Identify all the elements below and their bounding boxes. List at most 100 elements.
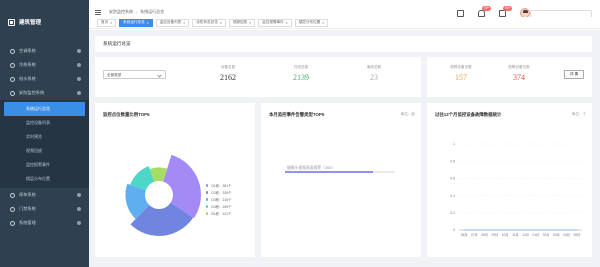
sidebar-item-label: 门禁系统 — [19, 206, 36, 211]
close-icon[interactable]: × — [249, 21, 251, 25]
sidebar-item-label: 空调系统 — [19, 48, 36, 53]
main-content: 系统运行总览 全部类型 设备总数 2162 在线总数 2139 离线总数 23 … — [89, 30, 600, 267]
legend-label: D4栋：169个 — [211, 205, 232, 209]
submenu-item-device-list[interactable]: 监控设备列表 — [0, 116, 89, 130]
tab-label: 监控报警事件 — [262, 20, 284, 24]
sidebar-item-access[interactable]: 门禁系统 — [0, 202, 89, 216]
expand-icon — [77, 207, 81, 211]
sidebar-item-label: 停车系统 — [19, 192, 36, 197]
menu-toggle-icon[interactable] — [95, 9, 101, 15]
close-icon[interactable]: × — [220, 21, 222, 25]
line-chart: 0 0.2 0.4 0.6 0.8 1 06月 07月 08月 09月 10月 11月 12月 01月 02… — [450, 142, 582, 237]
tab-label: 首页 — [101, 20, 109, 24]
y-tick-label: 0.4 — [450, 194, 455, 198]
breadcrumb-item[interactable]: 安防监控系统 — [109, 9, 133, 15]
collapse-icon — [77, 91, 81, 95]
sidebar-item-security[interactable]: 安防监控系统 — [0, 86, 89, 100]
sidebar-item-label: 系统管理 — [19, 220, 36, 225]
tab-device-list[interactable]: 监控设备列表 × — [155, 18, 190, 27]
submenu-item-alarm-events[interactable]: 监控报警事件 — [0, 158, 89, 172]
tab-floor-map[interactable]: 楼层分布位置 × — [294, 18, 329, 27]
legend-item: D2栋：334个 — [206, 189, 232, 196]
tab-label: 监控设备列表 — [159, 20, 182, 24]
submenu-item-playback[interactable]: 视频回放 — [0, 144, 89, 158]
sidebar-item-parking[interactable]: 停车系统 — [0, 188, 89, 202]
tabs-bar: 首页 × 系统运行总览 × 监控设备列表 × 设防状态总览 × 视频回放 × 监控报警事件… — [89, 17, 600, 29]
x-tick-label: 11月 — [512, 233, 519, 237]
y-tick-label: 0 — [453, 228, 455, 232]
sidebar-item-label: 冷热系统 — [19, 62, 36, 67]
x-tick-label: 05月 — [574, 233, 581, 237]
sidebar-brand: 建筑管理 — [0, 0, 89, 44]
tab-home[interactable]: 首页 × — [97, 18, 117, 27]
detail-button[interactable]: 详 情 — [564, 70, 584, 79]
close-icon[interactable]: × — [183, 21, 185, 25]
sidebar-item-system[interactable]: 系统管理 — [0, 216, 89, 230]
mail-badge: 99+ — [503, 5, 513, 11]
door-icon — [10, 206, 15, 212]
panel-alarm-types: 本月监控事件告警类型TOP5 单位：起 摄像头视频画面报警（369） — [261, 103, 421, 257]
sidebar-menu-lower: 停车系统 门禁系统 系统管理 — [0, 188, 89, 230]
breadcrumb-item-current: 系统运行总览 — [140, 9, 165, 14]
legend-dot — [206, 212, 209, 215]
submenu-item-overview[interactable]: 系统运行总览 — [4, 102, 85, 116]
tab-alarm-events[interactable]: 监控报警事件 × — [258, 18, 292, 27]
close-icon[interactable]: × — [110, 21, 112, 25]
mail-icon[interactable]: 99+ — [499, 5, 513, 17]
x-tick-label: 04月 — [563, 233, 570, 237]
car-icon — [10, 192, 15, 198]
sidebar: 建筑管理 空调系统 冷热系统 给水系统 安防监控系统 系统运行总览 监控设备列表… — [0, 0, 89, 267]
y-tick-label: 0.6 — [450, 177, 455, 181]
stat-value: 157 — [455, 73, 467, 82]
tab-overview[interactable]: 系统运行总览 × — [119, 18, 153, 27]
x-tick-label: 10月 — [502, 233, 509, 237]
y-tick-label: 1 — [453, 142, 455, 146]
x-tick-label: 08月 — [481, 233, 488, 237]
chart-legend: D1栋：351个 D2栋：334个 D3栋：216个 D4栋：169个 B1栋：… — [206, 182, 232, 217]
stats-card-faults: 故障设备总数 157 报警设备总数 374 详 情 — [427, 57, 592, 97]
submenu-item-floor-map[interactable]: 楼层分布位置 — [0, 172, 89, 186]
close-icon[interactable]: × — [286, 21, 288, 25]
breadcrumb: 安防监控系统 / 系统运行总览 — [95, 9, 164, 15]
expand-icon — [77, 63, 81, 67]
legend-item: B1栋：121个 — [206, 210, 232, 217]
close-icon[interactable]: × — [322, 21, 324, 25]
snowflake-icon — [10, 48, 15, 54]
tab-defense-status[interactable]: 设防状态总览 × — [192, 18, 226, 27]
x-tick-label: 03月 — [553, 233, 560, 237]
sidebar-item-label: 给水系统 — [19, 76, 36, 81]
legend-label: D2栋：334个 — [211, 191, 232, 195]
device-type-select[interactable]: 全部类型 — [103, 70, 166, 79]
stat-alarms: 报警设备总数 374 — [489, 65, 549, 82]
tab-playback[interactable]: 视频回放 × — [228, 18, 256, 27]
x-tick-label: 02月 — [543, 233, 550, 237]
close-icon[interactable]: × — [147, 21, 149, 25]
panel-unit: 单位：起 — [400, 112, 415, 116]
legend-label: D3栋：216个 — [211, 198, 232, 202]
app-root: 建筑管理 空调系统 冷热系统 给水系统 安防监控系统 系统运行总览 监控设备列表… — [0, 0, 600, 267]
legend-label: D1栋：351个 — [211, 184, 232, 188]
stat-label: 故障设备总数 — [450, 65, 472, 69]
panel-fault-trend: 过往12个月监控设备故障数据统计 单位：个 0 0.2 0.4 0.6 0.8 1 06月 0… — [427, 103, 592, 257]
expand-icon — [77, 77, 81, 81]
sidebar-item-aircon[interactable]: 空调系统 — [0, 44, 89, 58]
gear-icon — [10, 220, 15, 226]
stat-value: 2162 — [220, 73, 236, 82]
sidebar-title: 建筑管理 — [19, 20, 42, 26]
sidebar-item-heating[interactable]: 冷热系统 — [0, 58, 89, 72]
message-icon[interactable] — [457, 9, 464, 17]
building-icon — [8, 18, 15, 26]
x-tick-label: 06月 — [461, 233, 468, 237]
stat-faults: 故障设备总数 157 — [431, 65, 491, 82]
x-tick-label: 09月 — [492, 233, 499, 237]
tab-label: 视频回放 — [232, 20, 248, 24]
bell-icon[interactable]: 99+ — [478, 5, 492, 17]
sidebar-menu: 空调系统 冷热系统 给水系统 安防监控系统 — [0, 44, 89, 100]
donut-chart — [125, 154, 201, 236]
stats-card-devices: 全部类型 设备总数 2162 在线总数 2139 离线总数 23 — [95, 57, 421, 97]
stat-total: 设备总数 2162 — [198, 65, 258, 82]
legend-dot — [206, 184, 209, 187]
sidebar-item-water[interactable]: 给水系统 — [0, 72, 89, 86]
legend-item: D1栋：351个 — [206, 182, 232, 189]
submenu-item-live-preview[interactable]: 实时预览 — [0, 130, 89, 144]
